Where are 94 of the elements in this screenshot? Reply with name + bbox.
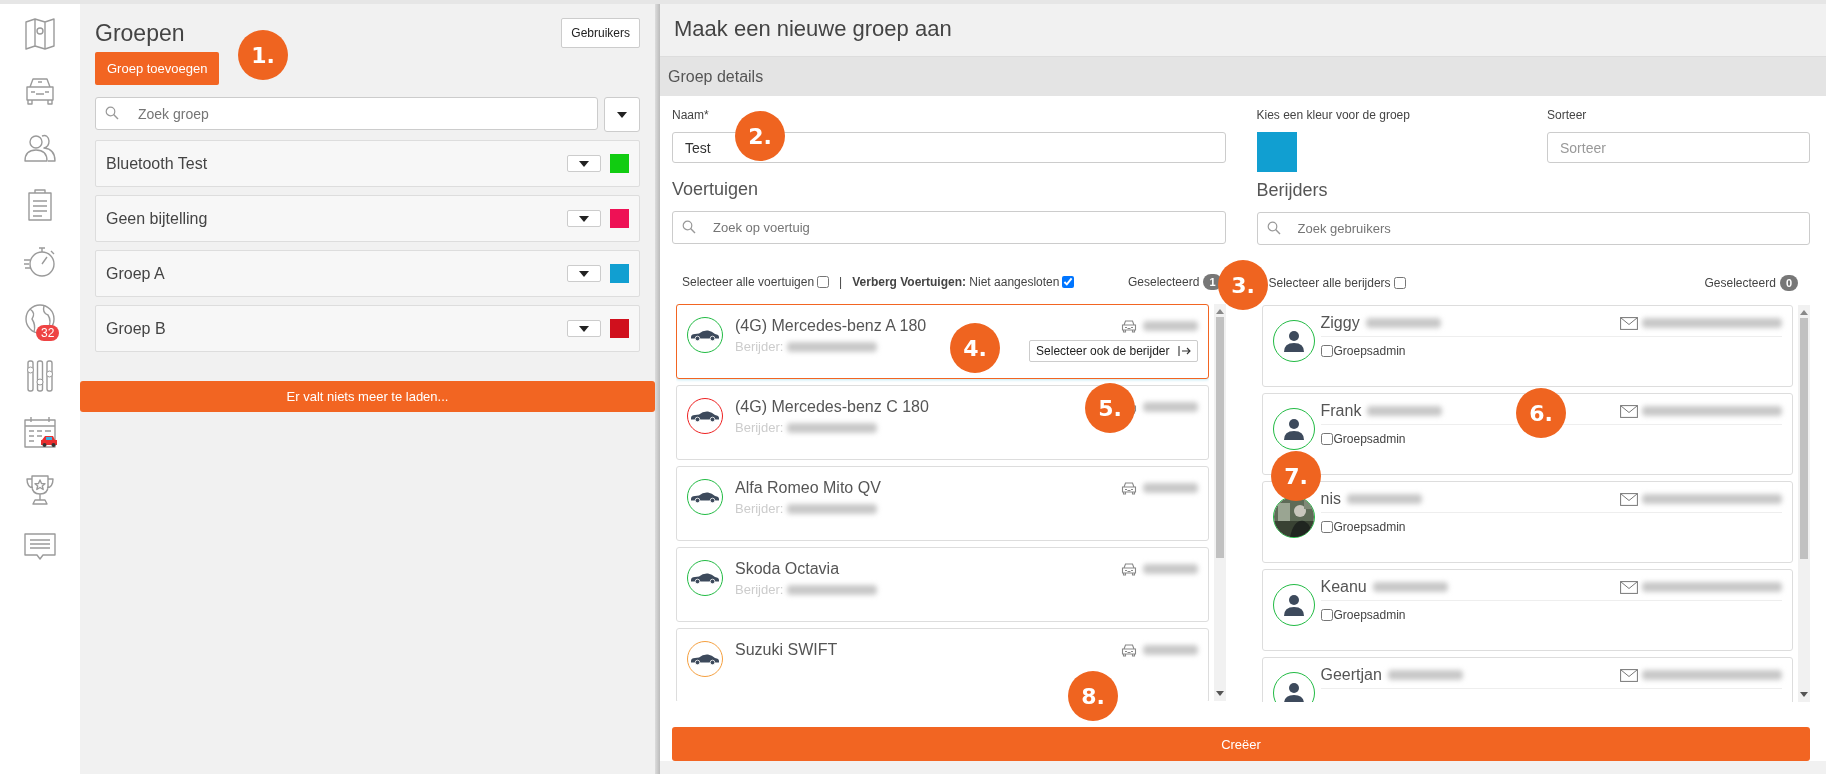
driver-name: Frank (1320, 402, 1362, 420)
count-badge: 32 (36, 325, 60, 341)
driver-name: nis (1320, 490, 1341, 508)
checkbox-label: Groepsadmin (1333, 432, 1406, 446)
group-item[interactable]: Geen bijtelling (95, 195, 640, 242)
section-heading: Voertuigen (672, 179, 760, 200)
scroll-up-icon[interactable] (1215, 309, 1224, 314)
caret-icon (579, 215, 589, 222)
group-item[interactable]: Bluetooth Test (95, 140, 640, 187)
vehicle-name: Alfa Romeo Mito QV (735, 479, 881, 497)
field-label: Sorteer (1547, 108, 1588, 124)
dropdown-button[interactable] (567, 155, 601, 172)
caret-icon (579, 325, 589, 332)
checkbox[interactable] (1320, 609, 1333, 621)
search-icon (1266, 221, 1281, 235)
group-item[interactable]: Groep A (95, 250, 640, 297)
driver-card[interactable]: Ziggy Groepsadmin (1261, 305, 1793, 387)
caret-icon (579, 270, 589, 277)
group-name: Groep A (106, 264, 166, 283)
checkbox-label: Groepsadmin (1333, 344, 1406, 358)
field-label: Naam* (672, 108, 710, 124)
person-icon (1282, 682, 1305, 702)
checkbox[interactable] (1393, 277, 1406, 289)
group-name: Groep B (106, 319, 167, 338)
caret-icon (579, 160, 589, 167)
checkbox-label: Selecteer alle voertuigen (682, 275, 815, 289)
calendar-icon[interactable] (22, 415, 58, 451)
checkbox-label: Verberg Voertuigen: Niet aangesloten (852, 275, 1060, 289)
dropdown-button[interactable] (567, 320, 601, 337)
blurred-text (1142, 564, 1198, 574)
driver-card[interactable]: Keanu Groepsadmin (1261, 569, 1793, 651)
select-driver-button[interactable]: Selecteer ook de berijder (1029, 340, 1198, 362)
checkbox[interactable] (1320, 433, 1333, 445)
selected-label: Geselecteerd (1704, 276, 1776, 290)
arrow-icon (1177, 346, 1191, 356)
group-item[interactable]: Groep B (95, 305, 640, 352)
dropdown-button[interactable] (567, 265, 601, 282)
blurred-text (1142, 402, 1198, 412)
section-header: Groep details (660, 56, 1826, 96)
checkbox[interactable] (1062, 276, 1075, 288)
checkbox[interactable] (1320, 521, 1333, 533)
count-badge: 1 (1203, 274, 1222, 290)
person-icon (1282, 594, 1305, 616)
checkbox[interactable] (1320, 345, 1333, 357)
person-icon (1282, 330, 1305, 352)
driver-name: Keanu (1320, 578, 1367, 596)
group-name: Geen bijtelling (106, 209, 209, 228)
search-field[interactable]: Zoek groep (95, 97, 598, 130)
search-icon (105, 106, 119, 120)
count-badge: 0 (1779, 275, 1798, 291)
driver-name: Ziggy (1320, 314, 1360, 332)
envelope-icon (1620, 492, 1638, 506)
scroll-up-icon[interactable] (1800, 310, 1808, 315)
checkbox-label: Groepsadmin (1333, 520, 1406, 534)
checkbox-label: Groepsadmin (1333, 608, 1406, 622)
dropdown-button[interactable] (567, 210, 601, 227)
blurred-text (1142, 645, 1198, 655)
vehicle-name: (4G) Mercedes-benz A 180 (735, 317, 927, 335)
search-field[interactable]: Zoek gebruikers (1256, 212, 1810, 245)
search-icon (682, 220, 696, 234)
driver-name: Geertjan (1320, 666, 1382, 684)
vehicle-name: Suzuki SWIFT (735, 641, 838, 659)
separator: | (839, 275, 843, 289)
scroll-down-icon[interactable] (1215, 691, 1224, 696)
map-icon[interactable] (22, 16, 58, 52)
caret-icon (617, 111, 627, 118)
selected-label: Geselecteerd (1128, 275, 1200, 289)
users-button[interactable]: Gebruikers (561, 18, 640, 48)
vehicle-name: (4G) Mercedes-benz C 180 (735, 398, 929, 416)
stopwatch-icon[interactable] (22, 244, 58, 280)
blurred-text (1142, 483, 1198, 493)
page-title: Maak een nieuwe groep aan (660, 4, 1826, 56)
envelope-icon (1620, 668, 1638, 682)
blurred-text (1142, 321, 1198, 331)
color-swatch[interactable] (1256, 132, 1297, 172)
person-icon (1282, 418, 1305, 440)
sort-field[interactable]: Sorteer (1547, 132, 1810, 163)
group-name: Bluetooth Test (106, 154, 209, 173)
scrollbar[interactable] (1798, 305, 1810, 702)
scroll-thumb[interactable] (1215, 317, 1224, 559)
field-label: Kies een kleur voor de groep (1256, 108, 1411, 124)
search-field[interactable]: Zoek op voertuig (672, 211, 1226, 244)
section-heading: Berijders (1256, 180, 1329, 201)
vehicle-name: Skoda Octavia (735, 560, 840, 578)
panel-title: Groepen (95, 20, 185, 47)
dropdown-button[interactable] (604, 97, 640, 132)
scrollbar[interactable] (1213, 304, 1226, 701)
envelope-icon (1620, 316, 1638, 330)
scroll-thumb[interactable] (1800, 318, 1808, 560)
scroll-down-icon[interactable] (1800, 692, 1808, 697)
envelope-icon (1620, 580, 1638, 594)
checkbox-label: Selecteer alle berijders (1268, 276, 1391, 290)
checkbox[interactable] (817, 276, 830, 288)
envelope-icon (1620, 404, 1638, 418)
